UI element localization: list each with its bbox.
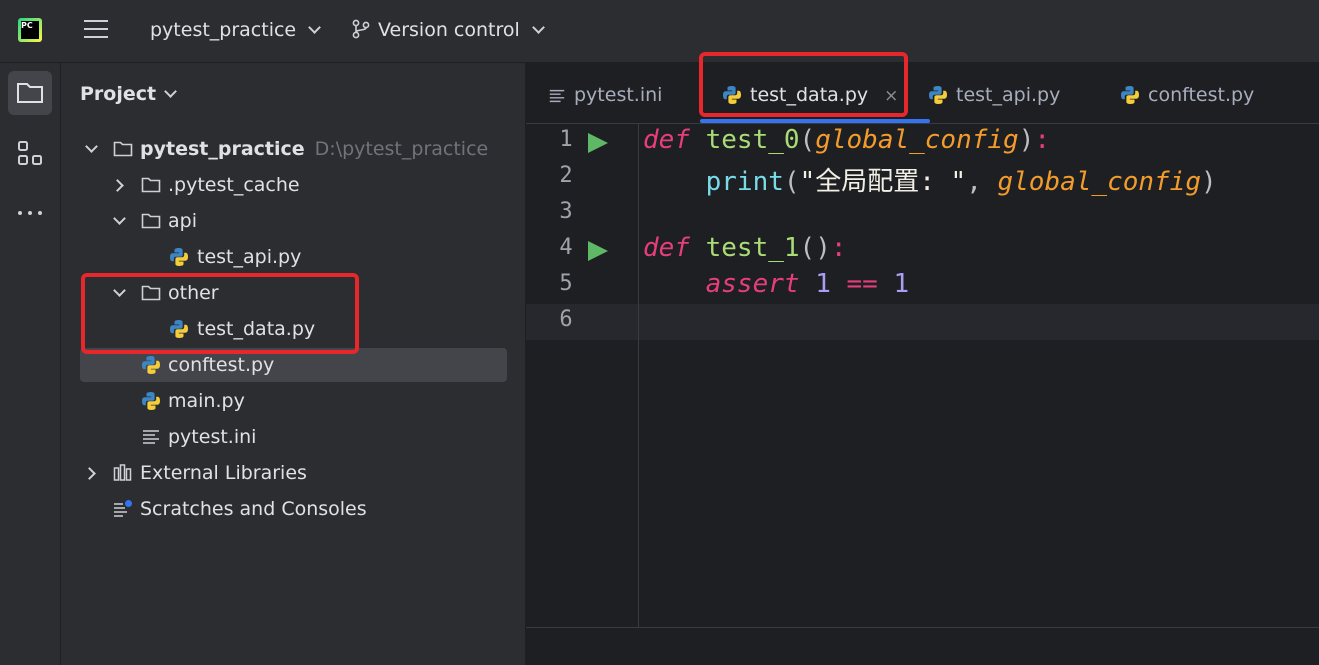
tree-item-label: External Libraries bbox=[140, 462, 307, 484]
pycharm-logo[interactable]: PC bbox=[18, 18, 42, 42]
text-file-icon bbox=[549, 89, 565, 103]
branch-icon bbox=[352, 19, 370, 39]
chevron-right-icon[interactable] bbox=[111, 179, 124, 192]
tree-item-pytest-ini[interactable]: pytest.ini bbox=[80, 420, 507, 454]
tree-item-label: pytest_practice bbox=[140, 138, 305, 160]
line-number: 3 bbox=[559, 199, 573, 224]
tree-item-label: .pytest_cache bbox=[168, 174, 300, 196]
main-menu-icon[interactable] bbox=[84, 20, 108, 40]
project-panel: Project pytest_practice D:\pytest_practic… bbox=[61, 63, 526, 665]
title-bar: PC pytest_practice Version control bbox=[0, 0, 1319, 63]
chevron-down-icon bbox=[531, 21, 545, 34]
scratches-icon bbox=[114, 500, 132, 517]
structure-icon bbox=[18, 141, 42, 165]
more-tools-button[interactable] bbox=[8, 191, 52, 235]
tree-item-pytest-practice[interactable]: pytest_practice D:\pytest_practice bbox=[80, 132, 507, 166]
tree-item-main[interactable]: main.py bbox=[80, 384, 507, 418]
project-panel-title[interactable]: Project bbox=[80, 83, 177, 105]
chevron-down-icon bbox=[164, 85, 177, 98]
library-icon bbox=[113, 464, 132, 481]
editor-bottom-divider bbox=[526, 627, 1319, 628]
project-tool-button[interactable] bbox=[8, 71, 52, 115]
text-file-icon bbox=[143, 430, 159, 444]
structure-tool-button[interactable] bbox=[8, 131, 52, 175]
chevron-right-icon[interactable] bbox=[83, 467, 96, 480]
line-number: 1 bbox=[559, 127, 573, 152]
line-number: 2 bbox=[559, 163, 573, 188]
chevron-down-icon[interactable] bbox=[113, 212, 126, 225]
line-number: 6 bbox=[559, 307, 573, 332]
current-line-highlight bbox=[526, 304, 1319, 340]
project-selector[interactable]: pytest_practice bbox=[150, 19, 321, 41]
tab-test-api[interactable]: test_api.py bbox=[928, 63, 1060, 123]
tree-item-api[interactable]: api bbox=[80, 204, 507, 238]
tab-label: conftest.py bbox=[1148, 84, 1255, 106]
tab-label: test_api.py bbox=[956, 84, 1061, 106]
editor-area: pytest.ini test_data.py × test_api.py con… bbox=[526, 63, 1319, 665]
tree-item-pytest-cache[interactable]: .pytest_cache bbox=[80, 168, 507, 202]
code-line-5[interactable]: assert 1 == 1 bbox=[643, 269, 910, 299]
folder-icon bbox=[113, 141, 133, 157]
version-control-label: Version control bbox=[378, 19, 520, 41]
tree-item-external-libraries[interactable]: External Libraries bbox=[80, 456, 507, 490]
tree-item-label: api bbox=[168, 210, 197, 232]
project-selector-label: pytest_practice bbox=[150, 19, 297, 41]
chevron-down-icon[interactable] bbox=[85, 140, 98, 153]
tree-item-label: Scratches and Consoles bbox=[140, 498, 367, 520]
tree-item-label: pytest.ini bbox=[168, 426, 257, 448]
code-line-1[interactable]: def test_0(global_config): bbox=[643, 125, 1050, 155]
python-file-icon bbox=[170, 248, 188, 266]
chevron-down-icon bbox=[308, 21, 321, 34]
folder-icon bbox=[141, 177, 161, 193]
python-file-icon bbox=[142, 356, 160, 374]
code-line-2[interactable]: print("全局配置: ", global_config) bbox=[643, 161, 1217, 198]
code-line-4[interactable]: def test_1(): bbox=[643, 233, 847, 263]
tree-item-label: test_api.py bbox=[197, 246, 302, 268]
highlight-box-tab bbox=[699, 52, 908, 117]
tab-pytest-ini[interactable]: pytest.ini bbox=[548, 63, 662, 123]
more-icon bbox=[18, 211, 42, 215]
tool-window-strip bbox=[0, 63, 61, 665]
python-file-icon bbox=[1121, 86, 1139, 104]
folder-icon bbox=[141, 213, 161, 229]
project-panel-title-label: Project bbox=[80, 83, 157, 105]
line-number: 4 bbox=[559, 235, 573, 260]
highlight-box-tree bbox=[81, 273, 359, 354]
tree-item-scratches[interactable]: Scratches and Consoles bbox=[80, 492, 507, 526]
run-test-icon[interactable] bbox=[588, 241, 608, 261]
python-file-icon bbox=[929, 86, 947, 104]
tree-item-label: main.py bbox=[168, 390, 245, 412]
tree-item-test-api[interactable]: test_api.py bbox=[80, 240, 507, 274]
pycharm-logo-text: PC bbox=[21, 21, 39, 39]
run-test-icon[interactable] bbox=[588, 133, 608, 153]
python-file-icon bbox=[142, 392, 160, 410]
line-number: 5 bbox=[559, 271, 573, 296]
version-control-menu[interactable]: Version control bbox=[352, 19, 545, 41]
project-path-hint: D:\pytest_practice bbox=[314, 138, 489, 160]
tab-conftest[interactable]: conftest.py bbox=[1120, 63, 1254, 123]
editor-tabs: pytest.ini test_data.py × test_api.py con… bbox=[526, 63, 1319, 124]
tab-label: pytest.ini bbox=[574, 84, 663, 106]
folder-icon bbox=[17, 83, 43, 103]
editor-gutter: 1 2 3 4 5 6 bbox=[526, 124, 639, 628]
